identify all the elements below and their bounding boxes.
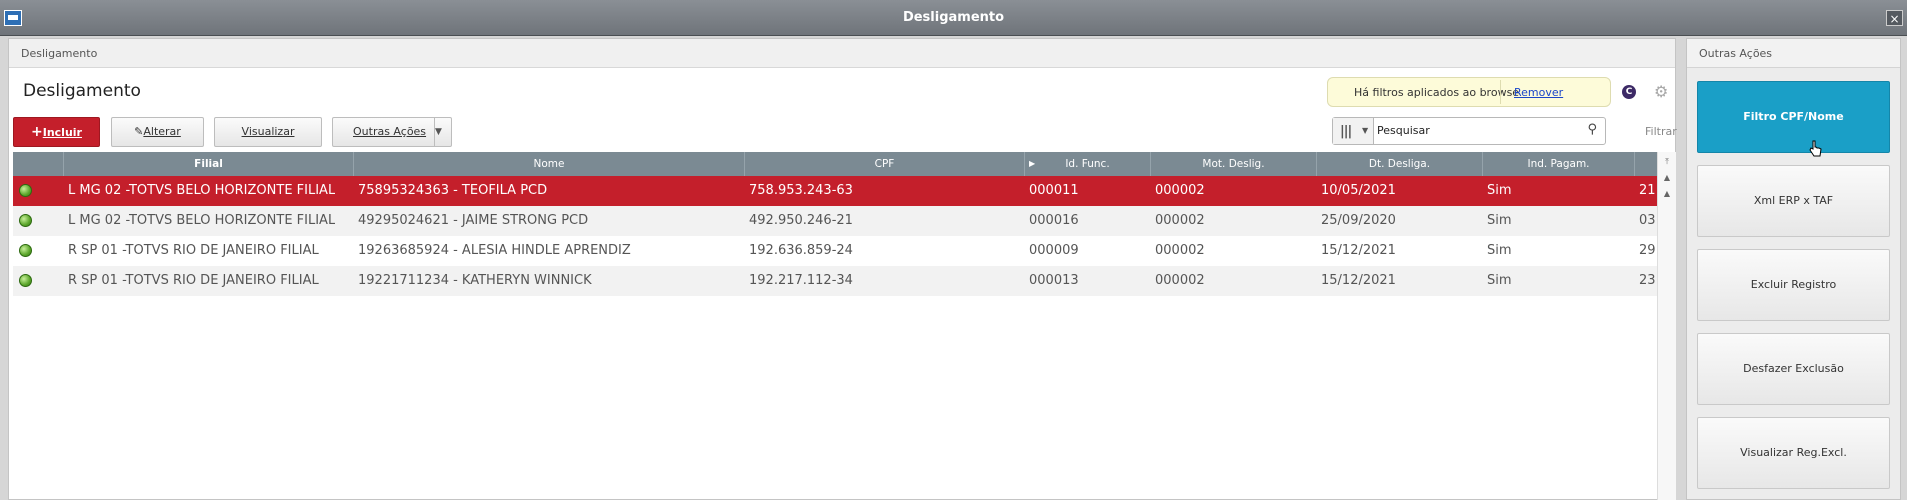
search-input[interactable]: [1377, 121, 1577, 139]
cell-ind-pagam: Sim: [1487, 183, 1512, 198]
page-title: Desligamento: [23, 81, 141, 101]
cell-nome: 49295024621 - JAIME STRONG PCD: [358, 213, 589, 228]
window-title: Desligamento: [902, 10, 1005, 25]
window-titlebar: Desligamento ×: [0, 0, 1907, 36]
cell-mot-deslig: 000002: [1155, 243, 1205, 258]
cell-id-func: 000016: [1029, 213, 1079, 228]
panel-header: Desligamento: [9, 39, 1675, 68]
visualizar-label: Visualizar: [241, 125, 295, 138]
status-green-icon: [19, 184, 32, 197]
chevron-down-icon[interactable]: ▼: [434, 118, 451, 146]
filtro-cpf-nome-button[interactable]: Filtro CPF/Nome: [1697, 81, 1890, 153]
cell-dt-deslig: 15/12/2021: [1321, 273, 1396, 288]
cell-mot-deslig: 000002: [1155, 273, 1205, 288]
column-header-id-func[interactable]: ▶ Id. Func.: [1025, 152, 1151, 176]
cell-id-func: 000013: [1029, 273, 1079, 288]
cell-id-func: 000009: [1029, 243, 1079, 258]
cell-ind-pagam: Sim: [1487, 273, 1512, 288]
cell-cpf: 192.217.112-34: [749, 273, 853, 288]
column-header-filial[interactable]: Filial: [64, 152, 354, 176]
scroll-top-icon[interactable]: ⤒: [1661, 156, 1673, 168]
visualizar-button[interactable]: Visualizar: [214, 117, 322, 147]
cell-cpf: 492.950.246-21: [749, 213, 853, 228]
column-header-extra[interactable]: [1635, 152, 1657, 176]
cell-extra: 03: [1639, 213, 1656, 228]
side-panel-header: Outras Ações: [1687, 39, 1900, 68]
status-green-icon: [19, 214, 32, 227]
table-row[interactable]: L MG 02 -TOTVS BELO HORIZONTE FILIAL 492…: [13, 206, 1657, 236]
main-panel: Desligamento Desligamento Há filtros apl…: [8, 38, 1677, 500]
data-grid: Filial Nome CPF ▶ Id. Func. Mot. Deslig. …: [13, 152, 1657, 500]
filtrar-link[interactable]: Filtrar: [1645, 125, 1677, 138]
cell-filial: L MG 02 -TOTVS BELO HORIZONTE FILIAL: [68, 183, 336, 198]
table-row[interactable]: R SP 01 -TOTVS RIO DE JANEIRO FILIAL 192…: [13, 236, 1657, 266]
scroll-down-icon[interactable]: ▲: [1661, 188, 1673, 200]
filter-notice: Há filtros aplicados ao browse Remover: [1327, 77, 1611, 107]
close-window-button[interactable]: ×: [1886, 10, 1903, 26]
cell-extra: 23: [1639, 273, 1656, 288]
columns-icon: |||: [1340, 124, 1352, 139]
grid-header: Filial Nome CPF ▶ Id. Func. Mot. Deslig. …: [13, 152, 1657, 176]
cell-extra: 29: [1639, 243, 1656, 258]
plus-icon: +: [31, 124, 43, 140]
cell-id-func: 000011: [1029, 183, 1079, 198]
column-header-id-func-label: Id. Func.: [1065, 158, 1110, 170]
sort-arrow-icon: ▶: [1029, 159, 1036, 168]
outras-acoes-label: Outras Ações: [353, 125, 427, 138]
xml-erp-taf-button[interactable]: Xml ERP x TAF: [1697, 165, 1890, 237]
cell-mot-deslig: 000002: [1155, 183, 1205, 198]
breadcrumb: Desligamento: [21, 47, 98, 60]
side-panel-title: Outras Ações: [1699, 47, 1773, 60]
column-header-dt-deslig[interactable]: Dt. Desliga.: [1317, 152, 1483, 176]
search-box: ||| ▼ ⚲: [1332, 117, 1606, 145]
table-row[interactable]: R SP 01 -TOTVS RIO DE JANEIRO FILIAL 192…: [13, 266, 1657, 296]
incluir-button[interactable]: +Incluir: [13, 117, 100, 147]
cell-dt-deslig: 15/12/2021: [1321, 243, 1396, 258]
cell-filial: R SP 01 -TOTVS RIO DE JANEIRO FILIAL: [68, 243, 319, 258]
column-selector[interactable]: ||| ▼: [1333, 118, 1374, 144]
scroll-up-icon[interactable]: ▲: [1661, 172, 1673, 184]
cell-nome: 19263685924 - ALESIA HINDLE APRENDIZ: [358, 243, 631, 258]
hand-cursor-icon: [1809, 140, 1822, 157]
column-header-cpf[interactable]: CPF: [745, 152, 1025, 176]
search-icon[interactable]: ⚲: [1587, 122, 1597, 137]
cell-nome: 19221711234 - KATHERYN WINNICK: [358, 273, 592, 288]
alterar-button[interactable]: ✎Alterar: [111, 117, 204, 147]
cell-ind-pagam: Sim: [1487, 213, 1512, 228]
column-header-nome[interactable]: Nome: [354, 152, 745, 176]
filter-notice-message: Há filtros aplicados ao browse: [1354, 86, 1520, 99]
cell-cpf: 192.636.859-24: [749, 243, 853, 258]
chevron-down-icon: ▼: [1362, 126, 1369, 135]
cell-mot-deslig: 000002: [1155, 213, 1205, 228]
cell-extra: 21: [1639, 183, 1656, 198]
visualizar-reg-excl-button[interactable]: Visualizar Reg.Excl.: [1697, 417, 1890, 489]
cell-dt-deslig: 10/05/2021: [1321, 183, 1396, 198]
cell-filial: R SP 01 -TOTVS RIO DE JANEIRO FILIAL: [68, 273, 319, 288]
status-green-icon: [19, 244, 32, 257]
filter-notice-divider: [1500, 80, 1501, 104]
vertical-scrollbar[interactable]: ⤒ ▲ ▲: [1657, 152, 1676, 500]
pencil-icon: ✎: [134, 125, 144, 138]
alterar-label: Alterar: [143, 125, 181, 138]
cell-dt-deslig: 25/09/2020: [1321, 213, 1396, 228]
cell-filial: L MG 02 -TOTVS BELO HORIZONTE FILIAL: [68, 213, 336, 228]
status-green-icon: [19, 274, 32, 287]
cell-cpf: 758.953.243-63: [749, 183, 853, 198]
excluir-registro-button[interactable]: Excluir Registro: [1697, 249, 1890, 321]
column-header-mot-deslig[interactable]: Mot. Deslig.: [1151, 152, 1317, 176]
table-row[interactable]: L MG 02 -TOTVS BELO HORIZONTE FILIAL 758…: [13, 176, 1657, 206]
outras-acoes-dropdown[interactable]: Outras Ações ▼: [332, 117, 452, 147]
status-column-header[interactable]: [13, 152, 64, 176]
cell-ind-pagam: Sim: [1487, 243, 1512, 258]
gear-icon[interactable]: ⚙: [1654, 82, 1668, 101]
incluir-label: Incluir: [42, 126, 82, 139]
remove-filters-link[interactable]: Remover: [1514, 86, 1563, 99]
column-header-ind-pagam[interactable]: Ind. Pagam.: [1483, 152, 1635, 176]
cell-nome: 75895324363 - TEOFILA PCD: [358, 183, 548, 198]
desfazer-exclusao-button[interactable]: Desfazer Exclusão: [1697, 333, 1890, 405]
c-badge-icon[interactable]: C: [1622, 85, 1636, 99]
side-panel: Outras Ações Filtro CPF/Nome Xml ERP x T…: [1686, 38, 1901, 500]
